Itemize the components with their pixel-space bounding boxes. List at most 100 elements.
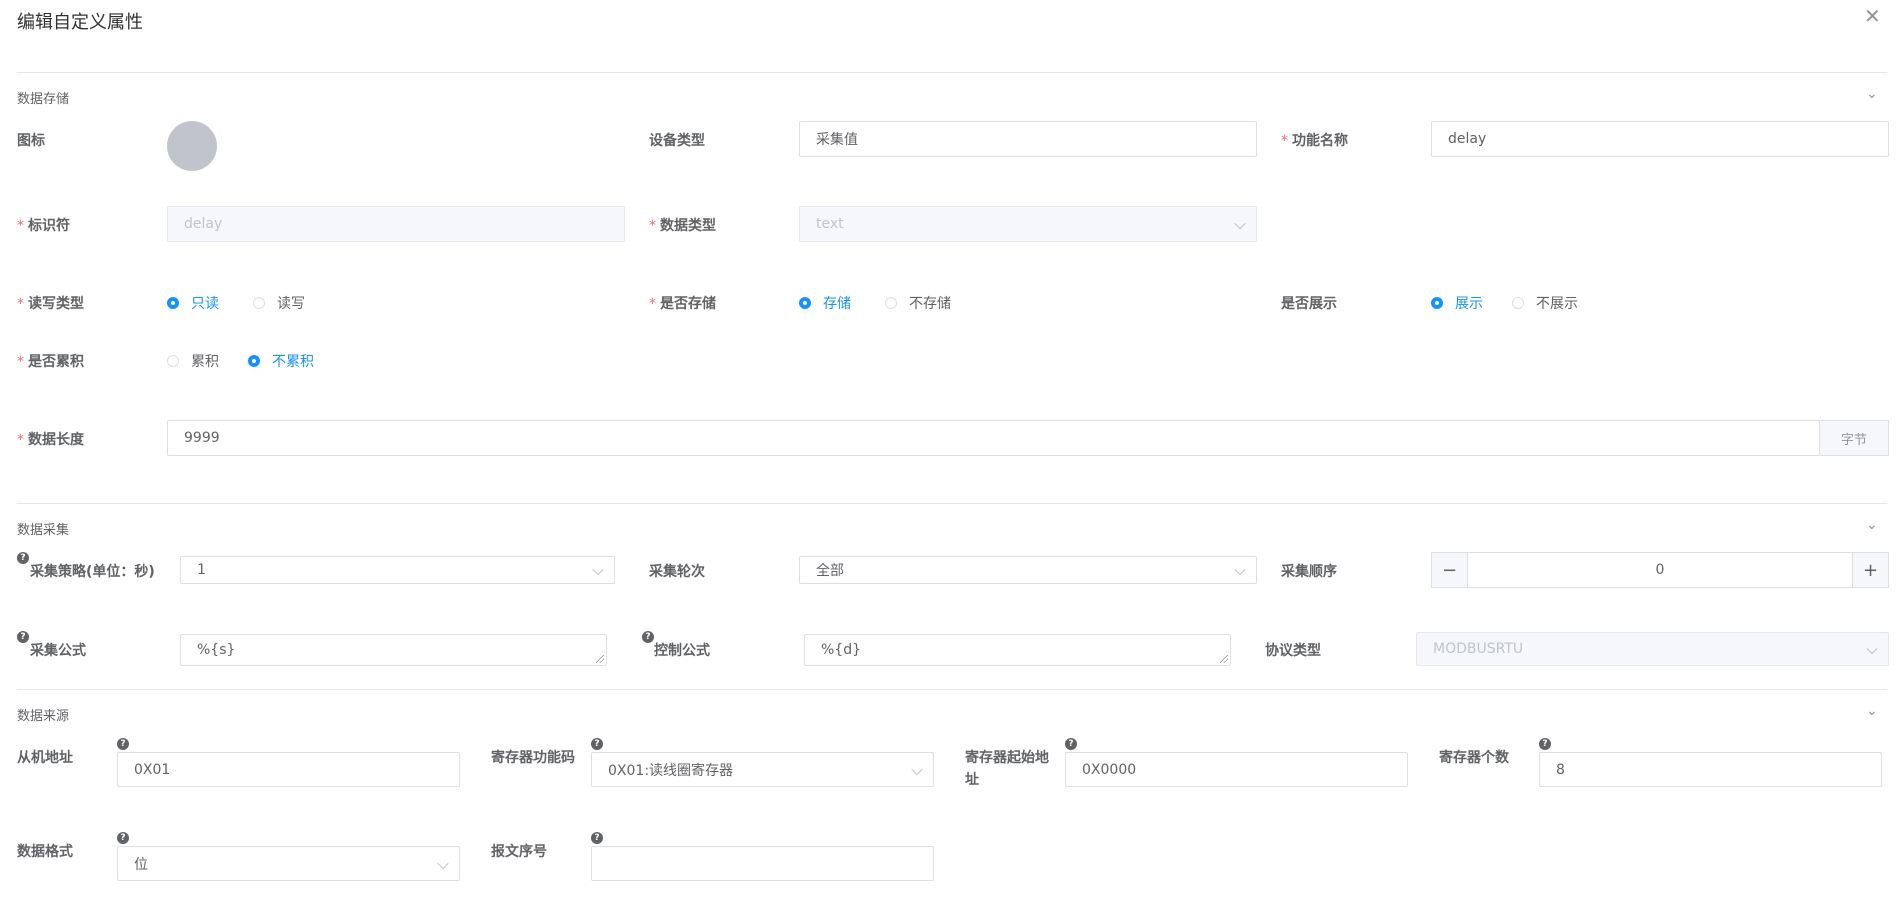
- radio-dot: [253, 297, 265, 309]
- data-type-text: 数据类型: [660, 218, 716, 234]
- format-label: 数据格式: [17, 844, 73, 860]
- required-mark: *: [17, 218, 24, 234]
- help-icon[interactable]: ?: [591, 738, 603, 750]
- chevron-down-icon[interactable]: ⌄: [1866, 517, 1878, 533]
- section-title-source: 数据来源: [17, 709, 70, 724]
- increment-button[interactable]: +: [1852, 552, 1889, 588]
- slave-label: 从机地址: [17, 750, 73, 766]
- func-name-value: delay: [1448, 131, 1487, 147]
- radio-label: 累积: [191, 354, 219, 370]
- func-code-select[interactable]: 0X01:读线圈寄存器: [591, 752, 934, 787]
- func-name-text: 功能名称: [1292, 133, 1348, 149]
- decrement-button[interactable]: −: [1431, 552, 1468, 588]
- format-value: 位: [134, 856, 148, 873]
- help-icon[interactable]: ?: [1065, 738, 1077, 750]
- radio-dot: [167, 297, 179, 309]
- identifier-text: 标识符: [28, 218, 70, 234]
- chevron-down-icon: [1234, 563, 1246, 576]
- chevron-down-icon: [911, 763, 923, 775]
- length-label: * 数据长度: [17, 429, 84, 449]
- required-mark: *: [649, 218, 656, 234]
- close-icon[interactable]: ✕: [1864, 4, 1881, 28]
- radio-label: 存储: [823, 296, 851, 312]
- count-label: 寄存器个数: [1439, 750, 1509, 766]
- control-label: 控制公式: [654, 643, 710, 659]
- control-textarea[interactable]: %{d}: [804, 634, 1231, 666]
- length-input[interactable]: 9999: [167, 420, 1820, 456]
- rw-label: * 读写类型: [17, 293, 84, 313]
- device-type-label: 设备类型: [649, 133, 705, 149]
- help-icon[interactable]: ?: [1539, 738, 1551, 750]
- start-label-line1: 寄存器起始地: [965, 750, 1049, 766]
- formula-textarea[interactable]: %{s}: [180, 634, 607, 666]
- start-label: 寄存器起始地址: [965, 747, 1049, 791]
- func-code-value: 0X01:读线圈寄存器: [608, 762, 734, 779]
- radio-label: 读写: [277, 296, 305, 312]
- slave-value: 0X01: [134, 761, 171, 778]
- func-code-label: 寄存器功能码: [491, 750, 575, 766]
- device-type-value: 采集值: [816, 132, 858, 148]
- identifier-input: delay: [167, 206, 625, 242]
- radio-accum[interactable]: 累积: [167, 351, 219, 371]
- help-icon[interactable]: ?: [642, 631, 654, 643]
- device-type-input[interactable]: 采集值: [799, 121, 1257, 157]
- radio-readonly[interactable]: 只读: [167, 293, 219, 313]
- help-icon[interactable]: ?: [117, 738, 129, 750]
- radio-store[interactable]: 存储: [799, 293, 851, 313]
- divider: [17, 689, 1887, 690]
- section-title-collect: 数据采集: [17, 523, 70, 538]
- divider: [17, 503, 1887, 504]
- radio-dot: [1431, 297, 1443, 309]
- round-select[interactable]: 全部: [799, 556, 1257, 584]
- strategy-label: 采集策略(单位：秒): [30, 564, 155, 580]
- length-value: 9999: [184, 430, 220, 446]
- help-icon[interactable]: ?: [17, 552, 29, 564]
- length-unit: 字节: [1820, 420, 1889, 456]
- radio-dot: [167, 355, 179, 367]
- data-type-select: text: [799, 206, 1257, 242]
- count-value: 8: [1556, 761, 1565, 778]
- required-mark: *: [17, 432, 24, 448]
- protocol-value: MODBUSRTU: [1433, 641, 1524, 657]
- msg-input[interactable]: [591, 846, 934, 881]
- round-label: 采集轮次: [649, 564, 705, 580]
- help-icon[interactable]: ?: [117, 832, 129, 844]
- slave-input[interactable]: 0X01: [117, 752, 460, 787]
- msg-label: 报文序号: [491, 844, 547, 860]
- chevron-down-icon[interactable]: ⌄: [1866, 703, 1878, 719]
- radio-no-accum[interactable]: 不累积: [248, 351, 314, 371]
- radio-label: 展示: [1455, 296, 1483, 312]
- chevron-down-icon: [592, 563, 604, 576]
- accum-label: * 是否累积: [17, 351, 84, 371]
- func-name-label: * 功能名称: [1281, 130, 1348, 150]
- order-input[interactable]: 0: [1467, 552, 1853, 588]
- formula-value: %{s}: [197, 642, 236, 658]
- radio-dot: [885, 297, 897, 309]
- func-name-input[interactable]: delay: [1431, 121, 1889, 157]
- help-icon[interactable]: ?: [17, 631, 29, 643]
- strategy-select[interactable]: 1: [180, 556, 615, 584]
- data-type-value: text: [816, 216, 844, 232]
- radio-show[interactable]: 展示: [1431, 293, 1483, 313]
- radio-no-store[interactable]: 不存储: [885, 293, 951, 313]
- chevron-down-icon: [1234, 217, 1246, 230]
- radio-readwrite[interactable]: 读写: [253, 293, 305, 313]
- protocol-select: MODBUSRTU: [1416, 632, 1889, 666]
- store-label: * 是否存储: [649, 293, 716, 313]
- help-icon[interactable]: ?: [591, 832, 603, 844]
- radio-no-show[interactable]: 不展示: [1512, 293, 1578, 313]
- round-value: 全部: [816, 563, 844, 579]
- avatar[interactable]: [167, 121, 217, 171]
- format-select[interactable]: 位: [117, 846, 460, 881]
- start-input[interactable]: 0X0000: [1065, 752, 1408, 787]
- radio-label: 不展示: [1536, 296, 1578, 312]
- chevron-down-icon[interactable]: ⌄: [1866, 86, 1878, 102]
- control-value: %{d}: [821, 642, 862, 658]
- order-value: 0: [1655, 562, 1665, 578]
- count-input[interactable]: 8: [1539, 752, 1882, 787]
- chevron-down-icon: [1866, 642, 1878, 655]
- icon-label: 图标: [17, 133, 45, 149]
- radio-dot: [1512, 297, 1524, 309]
- resize-handle[interactable]: [596, 655, 604, 663]
- resize-handle[interactable]: [1220, 655, 1228, 663]
